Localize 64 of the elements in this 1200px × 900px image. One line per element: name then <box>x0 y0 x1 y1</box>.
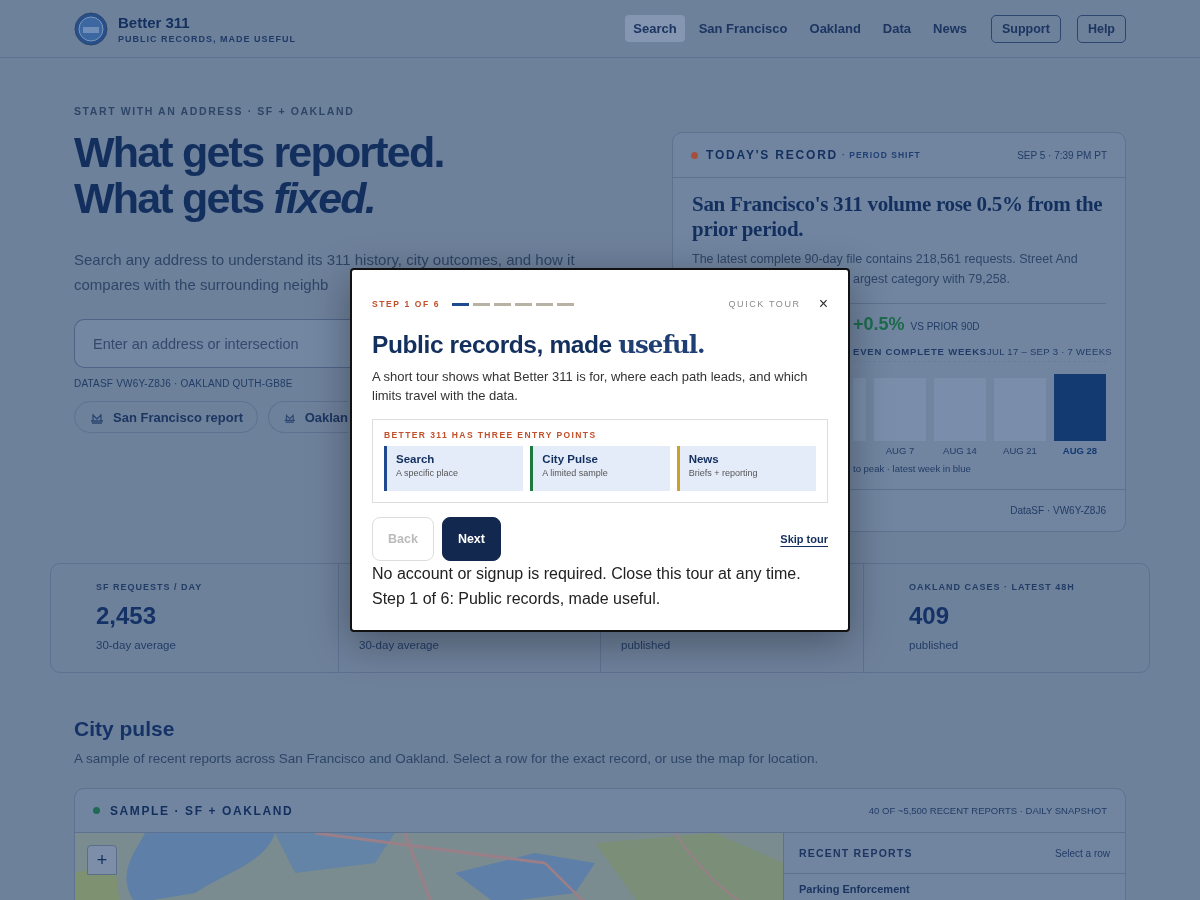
entry-title: City Pulse <box>542 453 599 465</box>
tour-label: QUICK TOUR <box>728 299 801 309</box>
timestamp: SEP 5 · 7:39 PM PT <box>1017 149 1107 161</box>
section-description: A sample of recent reports across San Francisco and Oakland. Select a row for the exact record, or use the map for location. <box>74 751 820 766</box>
source-id: DataSF · VW6Y-Z8J6 <box>1010 505 1106 516</box>
stat-label: OAKLAND CASES · LATEST 48H <box>909 582 1075 592</box>
eyebrow-text: START WITH AN ADDRESS · SF + OAKLAND <box>74 105 356 117</box>
hero-headline: What gets reported. What gets fixed. <box>74 129 445 221</box>
entry-title: News <box>688 453 720 465</box>
status-dot <box>691 151 698 159</box>
stat-label: SF REQUESTS / DAY <box>96 582 203 592</box>
entry-subtitle: Briefs + reporting <box>688 468 758 478</box>
stat-value: 2,453 <box>96 602 157 629</box>
list-title: RECENT REPORTS <box>799 847 913 859</box>
nav-button[interactable]: Help <box>1076 14 1126 43</box>
dialog-description: A short tour shows what Better 311 is for, where each path leads, and which limits travel with the data. <box>372 368 809 405</box>
entry-subtitle: A limited sample <box>542 468 608 478</box>
zoom-in-button[interactable]: + <box>87 845 117 875</box>
brand-name: Better 311 <box>118 13 191 31</box>
stat-value: 409 <box>909 602 950 629</box>
nav-link[interactable]: Search <box>625 15 685 42</box>
section-title: City pulse <box>74 717 176 741</box>
week-label: AUG 7 <box>885 445 915 457</box>
nav-button[interactable]: Support <box>991 14 1061 43</box>
stat-note: 30-day average <box>359 639 440 651</box>
stat-note: 30-day average <box>96 639 177 651</box>
week-label: AUG 21 <box>1003 445 1037 457</box>
intro-text: Search any address to understand its 311 history, city outcomes, and how it compares with the surrounding neighb <box>74 250 576 295</box>
card-subtitle: · PERIOD SHIFT <box>842 150 921 160</box>
change-value: +0.5% <box>853 314 905 335</box>
entry-title: Search <box>396 453 436 465</box>
dialog-note: Step 1 of 6: Public records, made useful. <box>372 589 662 609</box>
stat-note: published <box>909 639 960 651</box>
record-headline: San Francisco's 311 volume rose 0.5% from the prior period. <box>692 192 1104 242</box>
skip-tour-link[interactable]: Skip tour <box>780 533 828 545</box>
seal-logo-icon <box>74 11 108 46</box>
dialog-title: Public records, made useful. <box>372 330 706 359</box>
record-text: argest category with 79,258. <box>853 272 1011 286</box>
change-label: VS PRIOR 90D <box>910 321 980 332</box>
next-button[interactable]: Next <box>441 517 501 561</box>
nav-link[interactable]: San Francisco <box>690 15 796 42</box>
nav-link[interactable]: Data <box>874 15 919 42</box>
close-button[interactable]: × <box>818 296 828 312</box>
report-row[interactable]: Parking Enforcement <box>784 874 1125 900</box>
status-dot <box>93 807 100 814</box>
card-title: TODAY'S RECORD <box>706 148 839 162</box>
dialog-note: No account or signup is required. Close this tour at any time. <box>372 564 802 584</box>
nav-link[interactable]: Oakland <box>801 15 869 42</box>
source-ids: DATASF VW6Y-Z8J6 · OAKLAND QUTH-GB8E <box>74 378 294 389</box>
panel-title: SAMPLE · SF + OAKLAND <box>110 803 294 818</box>
address-search-field[interactable]: Enter an address or intersection <box>74 319 350 368</box>
nav-link[interactable]: News <box>925 15 975 42</box>
chart-range: JUL 17 – SEP 3 · 7 WEEKS <box>986 346 1112 357</box>
step-label: STEP 1 OF 6 <box>372 299 440 309</box>
entry-subtitle: A specific place <box>396 468 459 478</box>
list-hint: Select a row <box>1054 847 1110 859</box>
week-label: AUG 28 <box>1062 445 1098 457</box>
entry-heading: BETTER 311 HAS THREE ENTRY POINTS <box>384 430 598 440</box>
stat-note: published <box>621 639 672 651</box>
week-label: AUG 14 <box>943 445 977 457</box>
brand-tagline: PUBLIC RECORDS, MADE USEFUL <box>118 33 296 44</box>
chart-title: EVEN COMPLETE WEEKS <box>853 346 987 357</box>
record-text: The latest complete 90-day file contains 218,561 requests. Street And <box>692 251 1079 268</box>
panel-meta: 40 OF ~5,500 RECENT REPORTS · DAILY SNAPSHOT <box>868 805 1107 816</box>
